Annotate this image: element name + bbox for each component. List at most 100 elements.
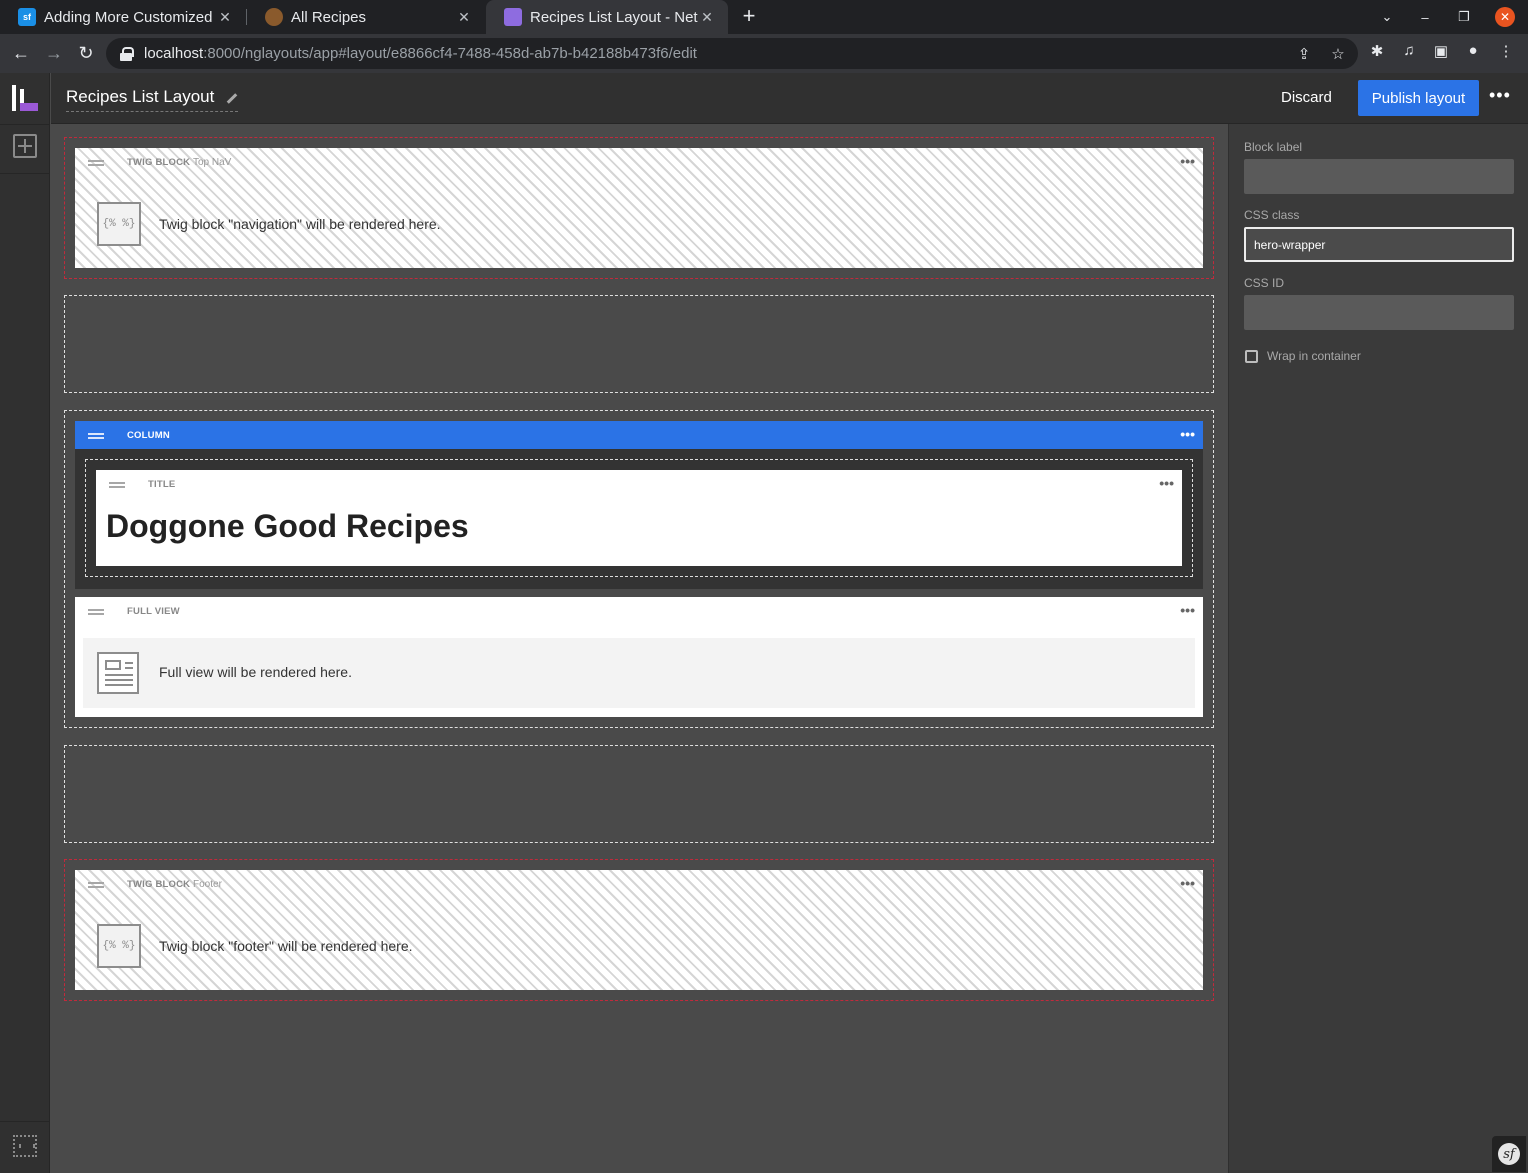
wrap-in-container-row[interactable]: Wrap in container: [1245, 349, 1361, 363]
block-type-label: TITLE: [148, 479, 176, 490]
full-view-placeholder: Full view will be rendered here.: [83, 638, 1195, 708]
block-name-label: Footer: [193, 879, 222, 890]
column-block[interactable]: TITLE ••• Doggone Good Recipes: [75, 449, 1203, 589]
css-class-label: CSS class: [1244, 208, 1300, 222]
block-options-icon[interactable]: •••: [1180, 153, 1195, 169]
column-zone[interactable]: TITLE ••• Doggone Good Recipes: [85, 459, 1193, 577]
block-options-icon[interactable]: •••: [1180, 602, 1195, 618]
url-path: :8000/nglayouts/app#layout/e8866cf4-7488…: [203, 45, 697, 62]
browser-menu-icon[interactable]: ⋮: [1495, 42, 1517, 64]
symfony-casts-favicon-icon: sf: [18, 8, 36, 26]
drag-handle-icon[interactable]: [88, 882, 104, 888]
block-name-label: Top NaV: [193, 157, 232, 168]
symfony-toolbar-icon[interactable]: sf: [1492, 1136, 1526, 1172]
share-icon[interactable]: ⇪: [1294, 45, 1314, 63]
css-class-input[interactable]: [1244, 227, 1514, 262]
bookmark-star-icon[interactable]: ☆: [1328, 45, 1348, 63]
zone-empty[interactable]: [64, 295, 1214, 393]
discard-button[interactable]: Discard: [1281, 89, 1332, 106]
forward-arrow-icon[interactable]: →: [41, 40, 67, 66]
reload-icon[interactable]: ↻: [73, 40, 99, 66]
twig-template-icon: {% %}: [97, 202, 141, 246]
app-header: Recipes List Layout Discard Publish layo…: [51, 73, 1528, 124]
title-block[interactable]: TITLE ••• Doggone Good Recipes: [96, 470, 1182, 566]
tab-title: Recipes List Layout - Netg: [530, 8, 698, 26]
drag-handle-icon[interactable]: [88, 609, 104, 615]
side-panel-icon[interactable]: ▣: [1430, 42, 1452, 64]
minimize-icon[interactable]: –: [1410, 0, 1440, 34]
block-header: TWIG BLOCK Footer •••: [75, 870, 1203, 898]
publish-layout-button[interactable]: Publish layout: [1358, 80, 1479, 116]
tab-close-icon[interactable]: ✕: [698, 9, 716, 26]
block-type-label: TWIG BLOCK: [127, 879, 191, 890]
layout-name-editable[interactable]: Recipes List Layout: [66, 87, 239, 112]
add-block-icon[interactable]: [13, 134, 37, 158]
tab-close-icon[interactable]: ✕: [455, 9, 473, 26]
pencil-icon[interactable]: [227, 92, 238, 104]
divider: [0, 1121, 50, 1122]
browser-tab-active[interactable]: Recipes List Layout - Netg ✕: [486, 0, 728, 34]
block-type-label: FULL VIEW: [127, 606, 180, 617]
placeholder-text: Full view will be rendered here.: [159, 664, 352, 680]
placeholder-text: Twig block "footer" will be rendered her…: [159, 938, 413, 954]
browser-tab[interactable]: All Recipes ✕: [247, 0, 485, 34]
block-type-label: COLUMN: [127, 430, 170, 441]
drag-handle-icon[interactable]: [88, 433, 104, 439]
css-id-input[interactable]: [1244, 295, 1514, 330]
address-bar[interactable]: localhost:8000/nglayouts/app#layout/e886…: [106, 38, 1358, 69]
left-rail: [0, 73, 50, 1173]
window-close-icon[interactable]: ✕: [1495, 7, 1515, 27]
wrap-in-container-checkbox[interactable]: [1245, 349, 1258, 363]
divider: [0, 124, 50, 125]
tab-close-icon[interactable]: ✕: [216, 9, 234, 26]
drag-handle-icon[interactable]: [88, 160, 104, 166]
browser-tab[interactable]: sf Adding More Customized ✕: [0, 0, 246, 34]
back-arrow-icon[interactable]: ←: [8, 40, 34, 66]
layout-name: Recipes List Layout: [66, 87, 215, 106]
block-type-label: TWIG BLOCK: [127, 157, 191, 168]
lock-icon: [120, 46, 134, 61]
toggle-layout-width-icon[interactable]: [13, 1135, 37, 1157]
twig-template-icon: {% %}: [97, 924, 141, 968]
block-label-label: Block label: [1244, 140, 1303, 154]
block-options-icon[interactable]: •••: [1180, 875, 1195, 891]
drag-handle-icon[interactable]: [109, 482, 125, 488]
tab-title: All Recipes: [291, 8, 367, 26]
extensions-puzzle-icon[interactable]: ✱: [1366, 42, 1388, 64]
zone-empty[interactable]: [64, 745, 1214, 843]
netgen-layouts-favicon-icon: [504, 8, 522, 26]
zone-footer[interactable]: TWIG BLOCK Footer ••• {% %} Twig block "…: [64, 859, 1214, 1001]
url-host: localhost: [144, 45, 204, 62]
block-header: TWIG BLOCK Top NaV •••: [75, 148, 1203, 176]
css-id-label: CSS ID: [1244, 276, 1285, 290]
block-options-icon[interactable]: •••: [1159, 475, 1174, 491]
browser-tab-strip: sf Adding More Customized ✕ All Recipes …: [0, 0, 1528, 34]
twig-block-footer[interactable]: TWIG BLOCK Footer ••• {% %} Twig block "…: [75, 870, 1203, 990]
layout-canvas: TWIG BLOCK Top NaV ••• {% %} Twig block …: [51, 124, 1228, 1173]
new-tab-icon[interactable]: +: [736, 4, 762, 30]
properties-sidebar: Block label CSS class CSS ID Wrap in con…: [1228, 124, 1528, 1173]
divider: [0, 173, 50, 174]
restore-icon[interactable]: ❐: [1449, 0, 1479, 34]
block-options-icon[interactable]: •••: [1180, 426, 1195, 442]
tab-search-icon[interactable]: ⌄: [1372, 0, 1402, 34]
block-header: FULL VIEW •••: [75, 597, 1203, 625]
more-options-icon[interactable]: •••: [1489, 85, 1511, 106]
placeholder-text: Twig block "navigation" will be rendered…: [159, 216, 441, 232]
title-block-text: Doggone Good Recipes: [106, 508, 469, 544]
zone-main[interactable]: COLUMN ••• TITLE ••• Doggone Good Recipe…: [64, 410, 1214, 728]
profile-avatar-icon[interactable]: ●: [1462, 42, 1484, 64]
browser-toolbar: ← → ↻ localhost:8000/nglayouts/app#layou…: [0, 34, 1528, 73]
media-control-icon[interactable]: ♫: [1398, 42, 1420, 64]
recipes-favicon-icon: [265, 8, 283, 26]
block-label-input[interactable]: [1244, 159, 1514, 194]
article-icon: [97, 652, 139, 694]
zone-top-nav[interactable]: TWIG BLOCK Top NaV ••• {% %} Twig block …: [64, 137, 1214, 279]
block-header: TITLE •••: [96, 470, 1182, 498]
wrap-in-container-label: Wrap in container: [1267, 349, 1361, 363]
twig-block-top-nav[interactable]: TWIG BLOCK Top NaV ••• {% %} Twig block …: [75, 148, 1203, 268]
full-view-block[interactable]: FULL VIEW ••• Full view will be rendered…: [75, 597, 1203, 717]
tab-title: Adding More Customized: [44, 8, 213, 26]
netgen-layouts-logo-icon[interactable]: [12, 85, 38, 111]
column-block-header[interactable]: COLUMN •••: [75, 421, 1203, 449]
